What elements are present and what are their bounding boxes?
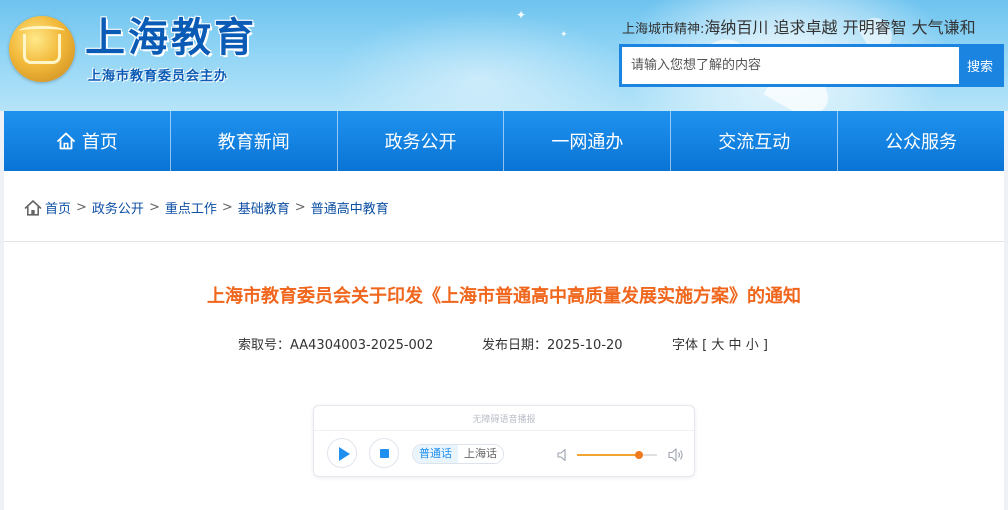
site-title[interactable]: 上海教育 (85, 14, 257, 62)
player-caption: 无障碍语音播报 (472, 415, 536, 425)
banner-glow-secondary (330, 10, 630, 111)
nav-item-label: 一网通办 (551, 132, 624, 153)
article-index-number: 索取号：AA4304003-2025-002 (238, 334, 433, 353)
breadcrumb-key-work[interactable]: 重点工作 (165, 198, 217, 217)
breadcrumb-home[interactable]: 首页 (45, 198, 71, 217)
breadcrumb: 首页 > 政务公开 > 重点工作 > 基础教育 > 普通高中教育 (24, 198, 389, 217)
sparkle-icon: ✦ (516, 8, 527, 22)
index-value: AA4304003-2025-002 (290, 338, 434, 353)
index-label: 索取号： (238, 338, 291, 353)
date-label: 发布日期： (482, 338, 548, 353)
content-panel: 首页 > 政务公开 > 重点工作 > 基础教育 > 普通高中教育 上海市教育委员… (4, 171, 1004, 510)
breadcrumb-high-school-education[interactable]: 普通高中教育 (311, 198, 389, 217)
mandarin-button[interactable]: 普通话 (413, 445, 458, 463)
nav-item-label: 公众服务 (885, 132, 958, 153)
nav-item-label: 交流互动 (718, 132, 791, 153)
breadcrumb-separator: > (294, 200, 306, 215)
stop-icon (380, 449, 389, 458)
stop-button[interactable] (369, 438, 399, 468)
play-button[interactable] (327, 438, 357, 468)
player-divider (314, 430, 694, 431)
city-spirit-value: 海纳百川 追求卓越 开明睿智 大气谦和 (704, 18, 976, 37)
nav-item-government-affairs[interactable]: 政务公开 (338, 111, 505, 171)
volume-low-icon[interactable] (557, 448, 569, 462)
nav-item-label: 政务公开 (384, 132, 457, 153)
volume-slider-handle[interactable] (635, 451, 644, 459)
nav-item-home[interactable]: 首页 (4, 111, 171, 171)
date-value: 2025-10-20 (547, 338, 623, 353)
main-nav: 首页 教育新闻 政务公开 一网通办 交流互动 公众服务 (4, 111, 1004, 171)
nav-item-education-news[interactable]: 教育新闻 (171, 111, 338, 171)
volume-slider-fill (577, 454, 640, 456)
nav-item-label: 教育新闻 (217, 132, 290, 153)
breadcrumb-government-affairs[interactable]: 政务公开 (92, 198, 144, 217)
breadcrumb-separator: > (76, 200, 87, 215)
search-bar: 搜索 (619, 44, 1004, 87)
page: ✦ ✦ 上海教育 上海市教育委员会主办 上海城市精神:海纳百川 追求卓越 开明睿… (0, 0, 1008, 510)
play-icon (339, 447, 350, 461)
site-subtitle: 上海市教育委员会主办 (88, 69, 229, 84)
site-logo-emblem[interactable] (9, 16, 75, 82)
search-button[interactable]: 搜索 (959, 47, 1001, 84)
font-size-medium-button[interactable]: 中 (729, 338, 742, 353)
city-spirit-label: 上海城市精神: (622, 22, 705, 37)
shanghainese-button[interactable]: 上海话 (458, 445, 503, 463)
audio-player: 无障碍语音播报 普通话 上海话 (313, 405, 695, 477)
nav-item-interaction[interactable]: 交流互动 (671, 111, 839, 171)
home-icon (57, 132, 75, 150)
font-size-label: 字体 (672, 338, 699, 353)
volume-slider[interactable] (577, 451, 657, 459)
sparkle-icon: ✦ (560, 30, 568, 40)
breadcrumb-basic-education[interactable]: 基础教育 (238, 198, 290, 217)
home-icon (24, 199, 42, 216)
font-size-bracket: [ (702, 338, 708, 353)
nav-item-one-stop-service[interactable]: 一网通办 (504, 111, 672, 171)
logo-gate-shape (23, 34, 61, 64)
breadcrumb-separator: > (148, 200, 160, 215)
breadcrumb-divider (4, 241, 1004, 242)
site-header: ✦ ✦ 上海教育 上海市教育委员会主办 上海城市精神:海纳百川 追求卓越 开明睿… (0, 0, 1008, 111)
font-size-switcher: 字体 [ 大 中 小 ] (672, 334, 768, 353)
language-switch: 普通话 上海话 (412, 444, 504, 464)
breadcrumb-separator: > (221, 200, 233, 215)
nav-item-label: 首页 (81, 132, 118, 153)
article-publish-date: 发布日期：2025-10-20 (482, 334, 623, 353)
article-title: 上海市教育委员会关于印发《上海市普通高中高质量发展实施方案》的通知 (207, 286, 801, 307)
font-size-bracket: ] (762, 338, 768, 353)
font-size-small-button[interactable]: 小 (746, 338, 759, 353)
city-spirit: 上海城市精神:海纳百川 追求卓越 开明睿智 大气谦和 (622, 14, 976, 38)
search-input[interactable] (622, 47, 959, 84)
volume-high-icon[interactable] (668, 447, 684, 463)
nav-item-public-services[interactable]: 公众服务 (838, 111, 1004, 171)
font-size-large-button[interactable]: 大 (711, 338, 724, 353)
